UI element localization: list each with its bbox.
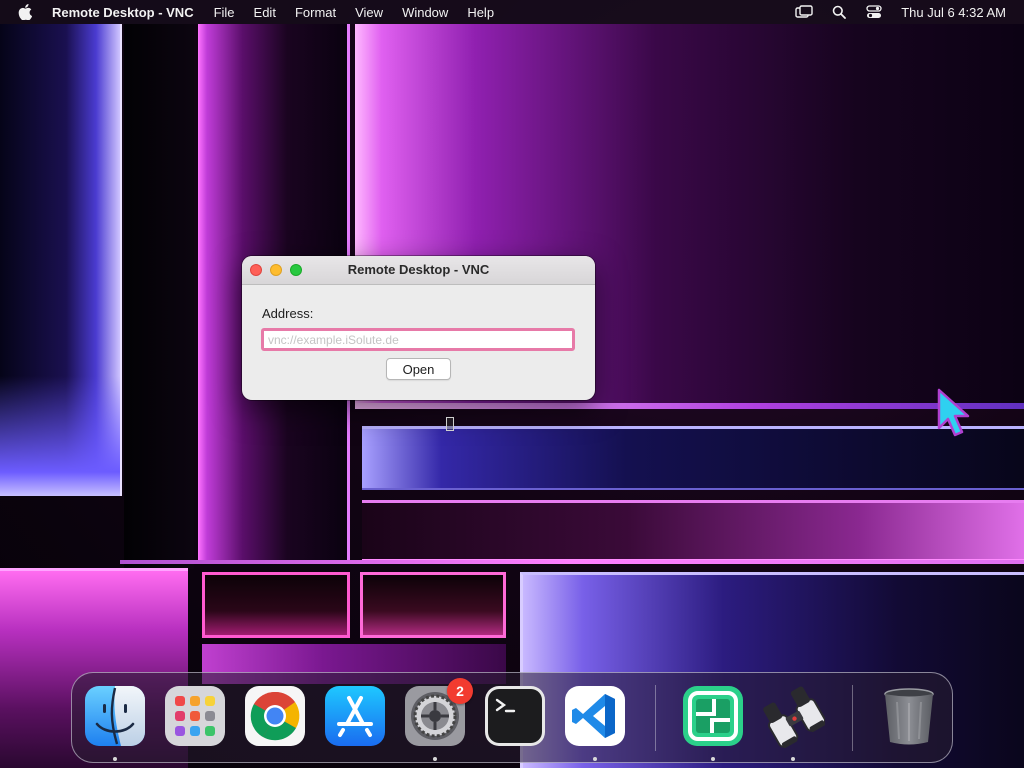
binoculars-icon[interactable] <box>761 684 825 748</box>
menu-file[interactable]: File <box>214 5 235 20</box>
menu-help[interactable]: Help <box>467 5 494 20</box>
launchpad-icon[interactable] <box>163 684 227 748</box>
dock-separator <box>655 685 656 751</box>
wallpaper-panel <box>362 426 1024 490</box>
menu-edit[interactable]: Edit <box>254 5 276 20</box>
trash-icon[interactable] <box>877 684 941 748</box>
screen-mirroring-icon[interactable] <box>795 3 813 21</box>
open-button[interactable]: Open <box>386 358 451 380</box>
running-indicator <box>433 757 437 761</box>
app-store-icon[interactable] <box>323 684 387 748</box>
finder-icon[interactable] <box>83 684 147 748</box>
wallpaper-panel <box>362 500 1024 562</box>
vscode-icon[interactable] <box>563 684 627 748</box>
i-beam-cursor-icon <box>446 417 454 431</box>
apple-menu-icon[interactable] <box>18 4 34 20</box>
menu-view[interactable]: View <box>355 5 383 20</box>
menu-bar-status-area: Thu Jul 6 4:32 AM <box>778 0 1006 24</box>
mouse-pointer-icon <box>937 388 970 437</box>
running-indicator <box>113 757 117 761</box>
wallpaper-panel <box>0 24 122 496</box>
remote-desktop-icon[interactable] <box>681 684 745 748</box>
wallpaper-panel <box>360 572 506 638</box>
menu-window[interactable]: Window <box>402 5 448 20</box>
terminal-icon[interactable] <box>483 684 547 748</box>
running-indicator <box>791 757 795 761</box>
app-menu[interactable]: Remote Desktop - VNC <box>52 5 194 20</box>
menu-format[interactable]: Format <box>295 5 336 20</box>
remote-desktop-window: Remote Desktop - VNC Address: Open <box>242 256 595 400</box>
running-indicator <box>711 757 715 761</box>
address-label: Address: <box>262 306 314 321</box>
notification-badge: 2 <box>447 678 473 704</box>
control-center-icon[interactable] <box>865 3 883 21</box>
dock-separator <box>852 685 853 751</box>
menu-bar-clock[interactable]: Thu Jul 6 4:32 AM <box>901 5 1006 20</box>
menu-bar: Remote Desktop - VNC File Edit Format Vi… <box>0 0 1024 24</box>
window-title-bar[interactable]: Remote Desktop - VNC <box>242 256 595 285</box>
chrome-icon[interactable] <box>243 684 307 748</box>
running-indicator <box>593 757 597 761</box>
wallpaper-panel <box>120 560 1024 564</box>
wallpaper-panel <box>124 24 194 569</box>
wallpaper-panel <box>202 572 350 638</box>
search-icon[interactable] <box>830 3 848 21</box>
window-title: Remote Desktop - VNC <box>347 262 490 277</box>
address-input[interactable] <box>261 328 575 351</box>
dock <box>71 672 953 763</box>
